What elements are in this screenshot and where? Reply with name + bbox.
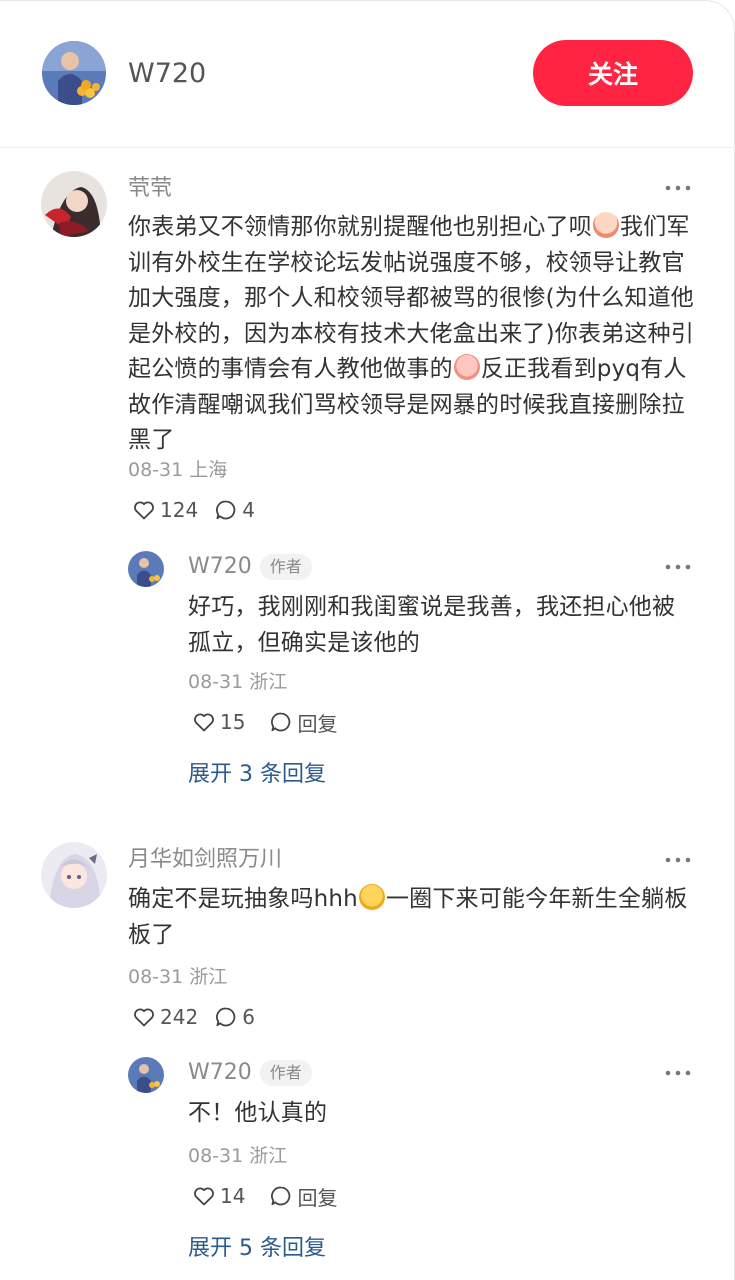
heart-outline-icon bbox=[194, 1187, 214, 1206]
follow-button[interactable]: 关注 bbox=[533, 40, 693, 106]
heart-outline-icon bbox=[134, 501, 154, 520]
commenter-avatar[interactable] bbox=[41, 171, 107, 237]
reply-count-button[interactable]: 4 bbox=[214, 498, 255, 522]
reply-text: 好巧，我刚刚和我闺蜜说是我善，我还担心他被孤立，但确实是该他的 bbox=[188, 594, 676, 656]
reply-author-name: W720 作者 bbox=[188, 552, 312, 582]
commenter-avatar[interactable] bbox=[41, 842, 107, 908]
comment-bubble-icon bbox=[271, 712, 291, 732]
like-count: 124 bbox=[160, 498, 199, 522]
reply-author-avatar[interactable] bbox=[128, 1057, 164, 1093]
reply-label: 回复 bbox=[297, 711, 338, 736]
commenter-name[interactable]: 茕茕 bbox=[128, 174, 172, 204]
comment-date-location: 08-31 浙江 bbox=[128, 966, 228, 988]
expand-replies-link[interactable]: 展开 3 条回复 bbox=[188, 760, 326, 790]
comment-text: 你表弟又不领情那你就别提醒他也别担心了呗 我们军训有外校生在学校论坛发帖说强度不够… bbox=[128, 210, 698, 459]
expand-replies-link[interactable]: 展开 5 条回复 bbox=[188, 1234, 326, 1264]
comment-actions: 242 6 bbox=[132, 1003, 271, 1031]
comment-bubble-icon bbox=[216, 1007, 236, 1027]
reply-author-avatar[interactable] bbox=[128, 551, 164, 587]
crying-emoji-icon bbox=[593, 212, 619, 238]
reply-username[interactable]: W720 bbox=[188, 1060, 252, 1085]
commenter-name[interactable]: 月华如剑照万川 bbox=[128, 845, 282, 875]
reply-button[interactable]: 回复 bbox=[269, 708, 337, 737]
more-dots-icon[interactable] bbox=[663, 1065, 693, 1081]
like-count: 15 bbox=[220, 710, 246, 734]
comment-text-part: 确定不是玩抽象吗hhh bbox=[128, 886, 358, 912]
more-dots-icon[interactable] bbox=[663, 180, 693, 196]
like-button[interactable]: 14 bbox=[192, 1184, 245, 1208]
reply-count: 6 bbox=[242, 1005, 255, 1029]
like-button[interactable]: 15 bbox=[192, 710, 245, 734]
comment-bubble-icon bbox=[271, 1186, 291, 1206]
reply-actions: 15 回复 bbox=[192, 708, 353, 736]
like-count: 242 bbox=[160, 1005, 199, 1029]
comment-actions: 124 4 bbox=[132, 496, 271, 524]
reply-text: 不！他认真的 bbox=[188, 1100, 328, 1126]
like-count: 14 bbox=[220, 1184, 246, 1208]
author-username[interactable]: W720 bbox=[128, 56, 206, 92]
reply-date-location: 08-31 浙江 bbox=[188, 671, 288, 693]
reply-count-button[interactable]: 6 bbox=[214, 1005, 255, 1029]
comment-date-location: 08-31 上海 bbox=[128, 459, 228, 481]
heart-outline-icon bbox=[134, 1008, 154, 1027]
like-button[interactable]: 242 bbox=[132, 1005, 198, 1029]
comment-bubble-icon bbox=[216, 500, 236, 520]
author-avatar[interactable] bbox=[42, 41, 106, 105]
more-dots-icon[interactable] bbox=[663, 559, 693, 575]
comment-text-part: 你表弟又不领情那你就别提醒他也别担心了呗 bbox=[128, 214, 592, 240]
reply-username[interactable]: W720 bbox=[188, 554, 252, 579]
reply-author-name: W720 作者 bbox=[188, 1058, 312, 1088]
comment-text: 确定不是玩抽象吗hhh 一圈下来可能今年新生全躺板板了 bbox=[128, 882, 698, 953]
author-header: W720 关注 bbox=[0, 0, 735, 148]
reply-actions: 14 回复 bbox=[192, 1182, 353, 1210]
pig-face-emoji-icon bbox=[453, 354, 480, 380]
more-dots-icon[interactable] bbox=[663, 852, 693, 868]
reply-label: 回复 bbox=[297, 1185, 338, 1210]
reply-date-location: 08-31 浙江 bbox=[188, 1145, 288, 1167]
author-badge: 作者 bbox=[259, 554, 312, 580]
heart-outline-icon bbox=[194, 713, 214, 732]
author-badge: 作者 bbox=[259, 1060, 312, 1086]
reply-count: 4 bbox=[242, 498, 255, 522]
reply-button[interactable]: 回复 bbox=[269, 1182, 337, 1211]
like-button[interactable]: 124 bbox=[132, 498, 198, 522]
smirk-emoji-icon bbox=[358, 884, 385, 910]
comment-page: W720 关注 茕茕 你表弟又不领情那你就别提醒他也别担心了呗 我们军训有外校生在… bbox=[0, 0, 735, 1280]
